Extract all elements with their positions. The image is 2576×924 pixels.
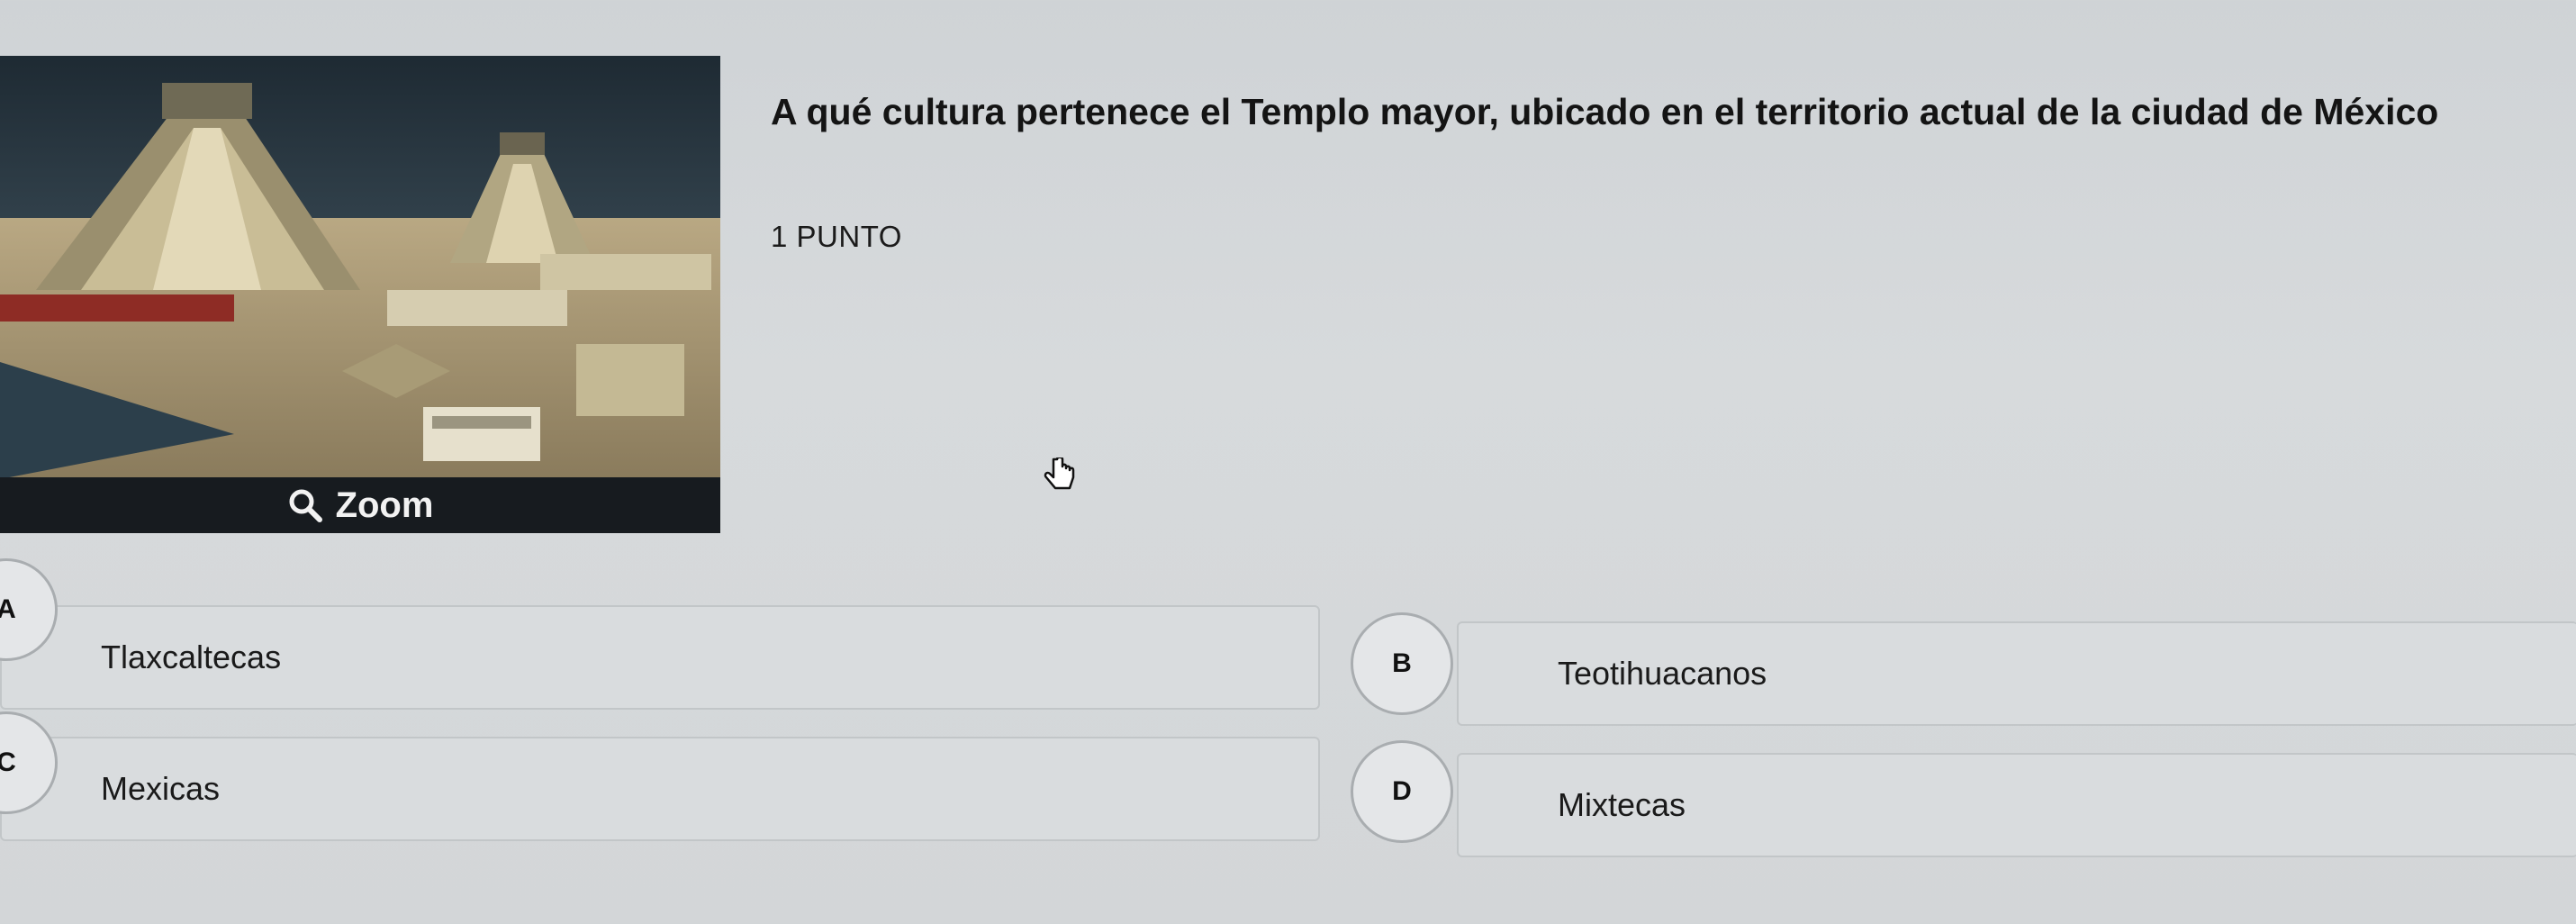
option-c[interactable]: Mexicas — [0, 737, 1320, 841]
option-c-label: Mexicas — [101, 770, 221, 807]
zoom-button[interactable]: Zoom — [0, 477, 720, 533]
option-d-label: Mixtecas — [1558, 786, 1686, 823]
question-points: 1 PUNTO — [771, 220, 902, 253]
templo-mayor-illustration — [0, 56, 720, 479]
option-b[interactable]: Teotihuacanos — [1457, 621, 2576, 726]
search-icon — [287, 487, 323, 523]
option-b-badge[interactable]: B — [1351, 612, 1453, 715]
option-d-badge[interactable]: D — [1351, 740, 1453, 843]
hand-pointer-icon — [1043, 456, 1079, 502]
option-d[interactable]: Mixtecas — [1457, 753, 2576, 857]
question-image[interactable]: Zoom — [0, 56, 720, 533]
option-b-label: Teotihuacanos — [1558, 655, 1767, 692]
question-text: A qué cultura pertenece el Templo mayor,… — [771, 91, 2439, 132]
option-a[interactable]: Tlaxcaltecas — [0, 605, 1320, 710]
zoom-label: Zoom — [335, 485, 434, 525]
option-a-label: Tlaxcaltecas — [101, 639, 282, 675]
